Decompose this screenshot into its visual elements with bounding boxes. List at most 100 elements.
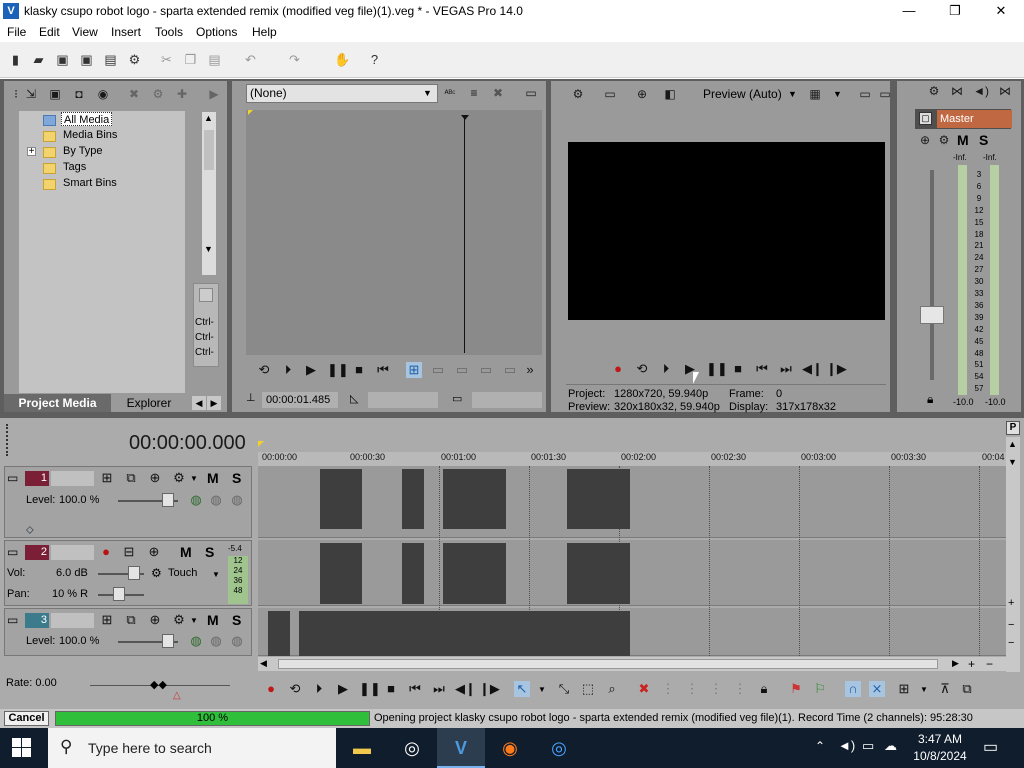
minimize-button[interactable]: —	[886, 0, 932, 23]
copy-icon[interactable]: ❐	[182, 51, 199, 68]
zoom-out-icon[interactable]: −	[1008, 637, 1014, 649]
settings-gear-icon[interactable]: ⚙	[126, 51, 143, 68]
scroll-down-icon[interactable]: ▼	[204, 244, 213, 254]
mixer-icon[interactable]: ⋈	[996, 82, 1014, 100]
track-fx-icon[interactable]: ⊕	[146, 544, 162, 560]
composite-mode-icon[interactable]: ◍	[188, 492, 204, 508]
lock-icon[interactable]: 🔒︎	[927, 392, 933, 407]
capture-icon[interactable]: ▣	[46, 85, 64, 103]
automation-gear-icon[interactable]: ⚙	[151, 566, 162, 580]
downmix-icon[interactable]: ⋈	[948, 82, 966, 100]
go-to-start-icon[interactable]: ⏮	[375, 362, 391, 378]
menu-help[interactable]: Help	[252, 25, 277, 39]
region-icon[interactable]: ⚐	[812, 681, 828, 697]
zoom-out-icon[interactable]: −	[1008, 619, 1014, 631]
record-icon[interactable]: ●	[610, 361, 626, 377]
menu-view[interactable]: View	[72, 25, 98, 39]
network-icon[interactable]: ▭	[862, 738, 874, 754]
envelope-tool-icon[interactable]: ⤡	[556, 681, 572, 697]
invert-phase-icon[interactable]: ⊟	[121, 544, 137, 560]
taskbar-date[interactable]: 10/8/2024	[906, 749, 974, 763]
play-from-start-icon[interactable]: ⏵	[280, 362, 296, 378]
audio-event[interactable]	[320, 543, 362, 604]
stack-icon[interactable]: ≡	[465, 84, 483, 102]
video-event[interactable]	[320, 469, 362, 529]
add-to-timeline-icon[interactable]: ⊞	[406, 362, 422, 378]
normal-edit-tool-icon[interactable]: ↖	[514, 681, 530, 697]
go-to-end-icon[interactable]: ⏭	[778, 361, 794, 377]
import-media-icon[interactable]: ⇲	[22, 85, 40, 103]
trim-end-icon[interactable]: ⋮	[708, 681, 724, 697]
go-to-end-icon[interactable]: ⏭	[431, 681, 447, 697]
chevron-down-icon[interactable]: ▼	[190, 474, 198, 483]
media-app-icon[interactable]: ◎	[388, 728, 436, 768]
stop-icon[interactable]: ■	[730, 361, 746, 377]
spelling-icon[interactable]: ᴬᴮᶜ	[441, 84, 459, 102]
video-event[interactable]	[402, 469, 424, 529]
split-icon[interactable]: ⋮	[732, 681, 748, 697]
video-event[interactable]	[567, 469, 630, 529]
onedrive-icon[interactable]: ☁	[884, 738, 897, 754]
play-from-start-icon[interactable]: ⏵	[311, 681, 327, 697]
chevron-down-icon[interactable]: ▼	[833, 89, 842, 99]
track-mute-button[interactable]: M	[207, 612, 219, 628]
cancel-button[interactable]: Cancel	[4, 711, 49, 726]
bypass-fx-icon[interactable]: ⧉	[123, 470, 139, 486]
collapse-icon[interactable]: ▭	[7, 545, 21, 559]
next-frame-icon[interactable]: ❙▶	[826, 361, 847, 377]
remove-icon[interactable]: ✖	[125, 85, 143, 103]
trimmer-range-field[interactable]	[472, 392, 542, 408]
level-slider-handle[interactable]	[162, 493, 174, 507]
globe-icon[interactable]: ◉	[94, 85, 112, 103]
cut-icon[interactable]: ✂	[158, 51, 175, 68]
open-folder-icon[interactable]: ▰	[30, 51, 47, 68]
go-to-start-icon[interactable]: ⏮	[407, 681, 423, 697]
trim-icon[interactable]: ⋮	[660, 681, 676, 697]
bypass-fx-icon[interactable]: ⧉	[123, 612, 139, 628]
save-snapshot-icon[interactable]: ▭	[876, 85, 894, 103]
pan-slider-handle[interactable]	[113, 587, 125, 601]
chevron-up-icon[interactable]: ⌃	[815, 739, 825, 753]
copy-snapshot-icon[interactable]: ▭	[522, 84, 540, 102]
play-icon[interactable]: ▶	[303, 362, 319, 378]
collapse-icon[interactable]: ▭	[7, 613, 21, 627]
tree-item-media-bins[interactable]: Media Bins	[63, 128, 117, 142]
notification-icon[interactable]: ▭	[983, 737, 998, 757]
tab-scroll-right-icon[interactable]: ▶	[207, 396, 221, 410]
scroll-up-icon[interactable]: ▲	[204, 113, 213, 123]
loop-icon[interactable]: ⟲	[634, 361, 650, 377]
tree-item-all-media[interactable]: All Media	[61, 112, 113, 126]
collapse-icon[interactable]: ▭	[7, 471, 21, 485]
hscroll-thumb[interactable]	[278, 659, 938, 669]
track-motion-icon[interactable]: ⊞	[99, 612, 115, 628]
tree-item-tags[interactable]: Tags	[63, 160, 86, 174]
taskbar-search[interactable]: ⚲ Type here to search	[48, 728, 336, 768]
rate-slider-handle[interactable]: ◆◆	[150, 678, 167, 691]
scroll-thumb[interactable]	[204, 130, 214, 170]
add-before-icon[interactable]: ▭	[430, 362, 446, 378]
preview-quality-select[interactable]: Preview (Auto)	[703, 87, 782, 101]
help-icon[interactable]: ?	[366, 51, 383, 68]
track-fx-icon[interactable]: ⚙	[171, 470, 187, 486]
save-icon[interactable]: ▣	[54, 51, 71, 68]
subclip-icon[interactable]: ▭	[502, 362, 518, 378]
delete-icon[interactable]: ✖	[636, 681, 652, 697]
paste-icon[interactable]: ▤	[206, 51, 223, 68]
speaker-icon[interactable]: ◄)	[838, 738, 855, 753]
preview-fx-icon[interactable]: ◧	[661, 85, 679, 103]
properties-gear-icon[interactable]: ⚙	[149, 85, 167, 103]
loop-icon[interactable]: ⟲	[256, 362, 272, 378]
new-file-icon[interactable]: ▮	[7, 51, 24, 68]
zoom-tool-icon[interactable]: ⌕	[604, 681, 620, 697]
child-icon[interactable]: ◍	[229, 633, 245, 649]
settings-gear-icon[interactable]: ⚙	[569, 85, 587, 103]
fx-chain-icon[interactable]: ⊕	[916, 131, 934, 149]
previous-frame-icon[interactable]: ◀❙	[802, 361, 823, 377]
tree-item-smart-bins[interactable]: Smart Bins	[63, 176, 117, 190]
master-fx-icon[interactable]: ▢	[919, 112, 932, 125]
track-fx-icon[interactable]: ⚙	[171, 612, 187, 628]
pause-icon[interactable]: ❚❚	[359, 681, 381, 697]
zoom-in-icon[interactable]: +	[968, 657, 975, 671]
file-explorer-icon[interactable]: ▬	[338, 728, 386, 768]
zoom-out-icon[interactable]: −	[986, 657, 993, 671]
